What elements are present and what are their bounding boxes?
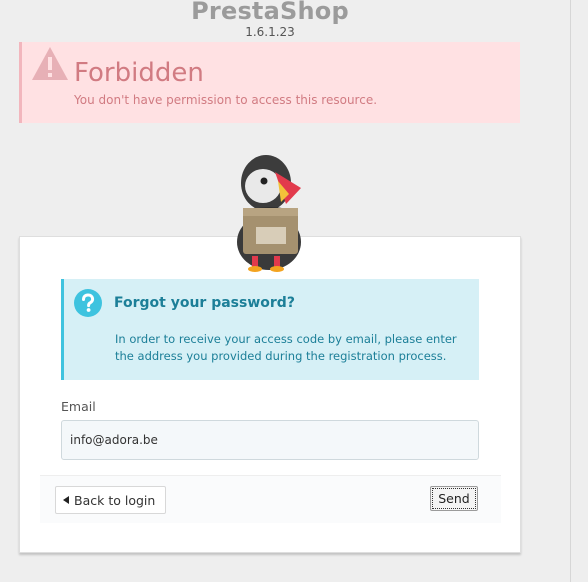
alert-title: Forbidden [74,58,204,88]
alert-message: You don't have permission to access this… [74,93,378,107]
forgot-password-panel: Forgot your password? In order to receiv… [19,236,521,553]
question-icon [74,289,102,317]
email-label: Email [61,399,96,414]
puffin-mascot-image [237,155,301,272]
caret-left-icon [63,496,69,504]
warning-icon [32,47,68,80]
forbidden-alert: Forbidden You don't have permission to a… [19,42,520,123]
version-number: 1.6.1.23 [245,25,295,39]
forgot-password-info: Forgot your password? In order to receiv… [61,279,479,380]
email-input[interactable] [61,420,479,460]
send-button[interactable]: Send [430,486,478,511]
forgot-password-heading: Forgot your password? [114,295,295,311]
back-to-login-button[interactable]: Back to login [55,486,167,514]
window-divider [570,0,571,582]
forgot-password-instructions: In order to receive your access code by … [115,332,457,363]
form-footer: Back to login Send [40,475,501,523]
prestashop-logo: PrestaShop [191,0,349,25]
back-to-login-label: Back to login [74,492,156,508]
